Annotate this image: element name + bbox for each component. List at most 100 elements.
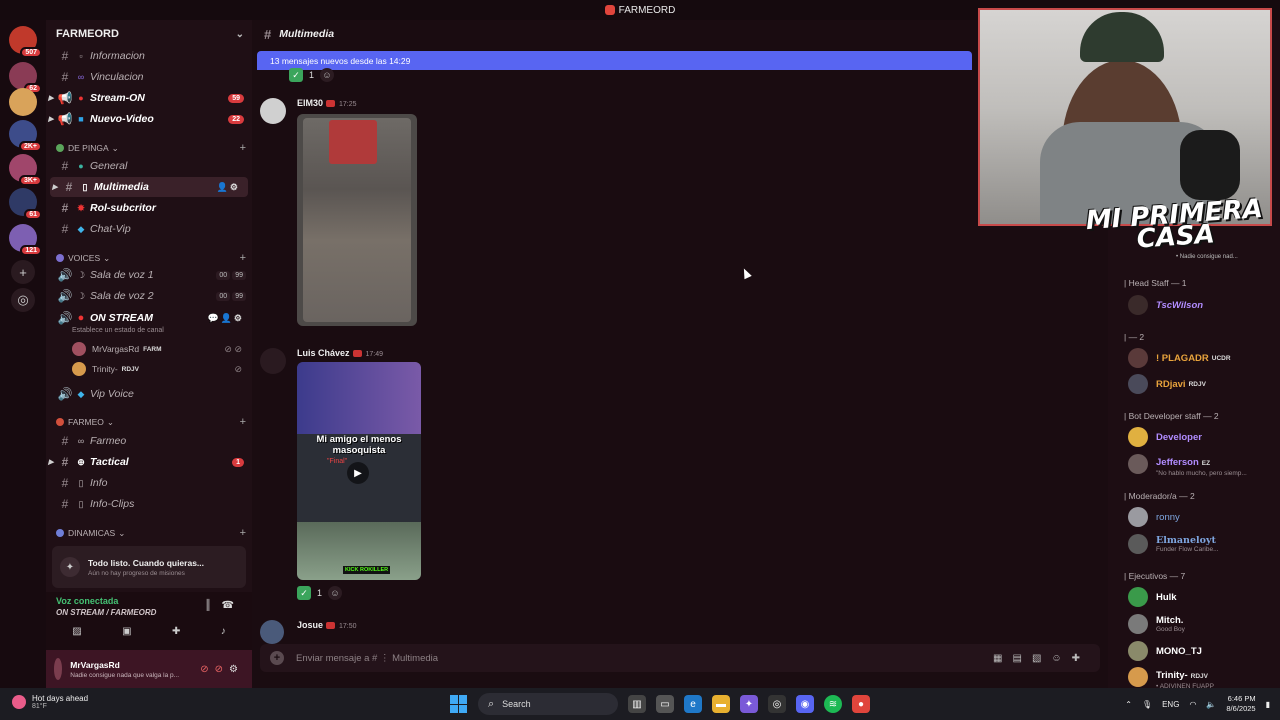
streaming-app-icon[interactable]: ●: [852, 695, 870, 713]
add-channel-icon[interactable]: +: [240, 416, 246, 428]
spotify-icon[interactable]: ≋: [824, 695, 842, 713]
screen-share-icon[interactable]: ▣: [122, 626, 131, 642]
copilot-icon[interactable]: ✦: [740, 695, 758, 713]
soundboard-icon[interactable]: ♪: [221, 626, 226, 642]
discord-icon[interactable]: ◉: [796, 695, 814, 713]
mic-muted-icon[interactable]: ⊘: [200, 664, 214, 675]
add-channel-icon[interactable]: +: [240, 252, 246, 264]
discover-icon[interactable]: ◎: [11, 288, 35, 312]
server-icon-2[interactable]: [9, 88, 37, 116]
weather-widget[interactable]: Hot days ahead 81°F: [12, 694, 88, 710]
author-name[interactable]: Josue: [297, 620, 323, 630]
channel-multimedia[interactable]: ▶ # ▯ Multimedia 👤⚙: [50, 177, 248, 197]
channel-tactical[interactable]: ▶ # ⊕ Tactical 1: [46, 452, 252, 472]
channel-stream-on[interactable]: ▶ 📢 ● Stream-ON 59: [46, 88, 252, 108]
category-dinamicas[interactable]: DINAMICAS ⌄ +: [56, 525, 246, 541]
channel-info[interactable]: # ▯ Info: [46, 473, 252, 493]
checkmark-reaction-icon[interactable]: ✓: [297, 586, 311, 600]
member-item[interactable]: ! PLAGADR UCDR: [1128, 346, 1278, 370]
mic-icon[interactable]: 🎙: [1142, 700, 1152, 709]
author-name[interactable]: Luis Chávez: [297, 348, 350, 358]
task-view-icon[interactable]: ▭: [656, 695, 674, 713]
avatar[interactable]: [260, 620, 284, 644]
disconnect-icon[interactable]: ☎: [222, 600, 244, 611]
add-reaction-icon[interactable]: ☺: [328, 586, 343, 600]
voice-channel-on-stream[interactable]: 🔊 ● ON STREAM 💬👤⚙: [46, 308, 252, 328]
volume-icon[interactable]: 🔈: [1206, 700, 1216, 709]
video-attachment[interactable]: Mi amigo el menos masoquista "Final" ▶ K…: [297, 362, 421, 580]
channel-informacion[interactable]: # ▫ Informacion: [46, 46, 252, 66]
notification-icon[interactable]: ▮: [1266, 700, 1270, 709]
voice-user[interactable]: Trinity- RDJV ⊘: [72, 360, 242, 378]
apps-icon[interactable]: ✚: [1072, 653, 1090, 664]
language-indicator[interactable]: ENG: [1162, 700, 1179, 709]
sticker-icon[interactable]: ▧: [1032, 653, 1051, 664]
category-voices[interactable]: VOICES ⌄ +: [56, 250, 246, 266]
noise-suppression-icon[interactable]: ║: [204, 600, 221, 611]
voice-user[interactable]: MrVargasRd FARM ⊘ ⊘: [72, 340, 242, 358]
emoji-icon[interactable]: ☺: [1051, 653, 1071, 664]
member-item[interactable]: Hulk: [1128, 585, 1278, 609]
server-icon-6[interactable]: 121: [9, 224, 42, 256]
quest-progress-card[interactable]: ✦ Todo listo. Cuando quieras... Aún no h…: [52, 546, 246, 588]
avatar[interactable]: [260, 348, 286, 374]
wifi-icon[interactable]: ◠: [1189, 700, 1196, 709]
message-input[interactable]: Enviar mensaje a # ⋮ Multimedia: [296, 653, 438, 664]
member-item[interactable]: MONO_TJ: [1128, 639, 1278, 663]
category-farmeo[interactable]: FARMEO ⌄ +: [56, 414, 246, 430]
server-icon-5[interactable]: 61: [9, 188, 42, 220]
channel-chat-vip[interactable]: # ◆ Chat-Vip: [46, 219, 252, 239]
channel-general[interactable]: # ● General: [46, 156, 252, 176]
member-item[interactable]: ronny: [1128, 505, 1278, 529]
author-name[interactable]: ElM30: [297, 98, 323, 108]
gift-icon[interactable]: ▦: [993, 653, 1012, 664]
voice-channel-tools[interactable]: 💬👤⚙: [208, 313, 244, 324]
camera-off-icon[interactable]: ▨: [72, 626, 81, 642]
gif-icon[interactable]: ▤: [1012, 653, 1031, 664]
channel-rol-subcritor[interactable]: # ✸ Rol-subcritor: [46, 198, 252, 218]
voice-channel-sala-2[interactable]: 🔊 ☽ Sala de voz 2 00 99: [46, 286, 252, 306]
channel-info-clips[interactable]: # ▯ Info-Clips: [46, 494, 252, 514]
checkmark-reaction-icon[interactable]: ✓: [289, 68, 303, 82]
play-icon[interactable]: ▶: [347, 462, 369, 484]
member-item[interactable]: Mitch. Good Boy: [1128, 612, 1278, 636]
voice-channel-vip[interactable]: 🔊 ◆ Vip Voice: [46, 384, 252, 404]
edge-icon[interactable]: e: [684, 695, 702, 713]
activities-icon[interactable]: ✚: [172, 626, 180, 642]
channel-settings-icons[interactable]: 👤⚙: [217, 182, 240, 193]
file-explorer-icon[interactable]: ▬: [712, 695, 730, 713]
member-item[interactable]: Developer: [1128, 425, 1278, 449]
voice-channel-link[interactable]: ON STREAM / FARMEORD: [56, 608, 156, 617]
server-icon-3[interactable]: 2K+: [9, 120, 42, 152]
channel-vinculacion[interactable]: # ∞ Vinculacion: [46, 67, 252, 87]
avatar[interactable]: [54, 658, 63, 680]
widgets-icon[interactable]: ▥: [628, 695, 646, 713]
server-header[interactable]: FARMEORD ⌄: [46, 20, 252, 48]
video-attachment[interactable]: [297, 114, 417, 326]
user-panel[interactable]: MrVargasRd Nadie consigue nada que valga…: [46, 650, 252, 688]
deafen-icon[interactable]: ⊘: [215, 664, 229, 675]
server-icon-1[interactable]: 62: [9, 62, 42, 94]
windows-start-icon[interactable]: [450, 695, 468, 713]
server-icon-direct[interactable]: 507: [9, 26, 42, 58]
chrome-icon[interactable]: ◎: [768, 695, 786, 713]
member-item[interactable]: TscWilson: [1128, 293, 1278, 317]
channel-farmeo[interactable]: # ∞ Farmeo: [46, 431, 252, 451]
add-server-icon[interactable]: +: [11, 260, 35, 284]
add-channel-icon[interactable]: +: [240, 527, 246, 539]
avatar[interactable]: [260, 98, 286, 124]
chevron-up-icon[interactable]: ⌃: [1125, 700, 1132, 709]
member-item[interactable]: Trinity- RDJV • ADIVINEN FUAPP: [1128, 665, 1278, 690]
new-messages-bar[interactable]: 13 mensajes nuevos desde las 14:29: [257, 51, 972, 70]
member-item[interactable]: Jefferson EZ "No hablo mucho, pero siemp.…: [1128, 452, 1278, 477]
taskbar-search[interactable]: ⌕ Search: [478, 693, 618, 715]
member-item[interactable]: Elmaneloyt Funder Flow Caribe...: [1128, 532, 1278, 556]
channel-status[interactable]: Establece un estado de canal: [72, 327, 164, 334]
message-composer[interactable]: + Enviar mensaje a # ⋮ Multimedia ▦▤▧☺✚: [260, 644, 1100, 672]
add-channel-icon[interactable]: +: [240, 142, 246, 154]
member-item[interactable]: RDjavi RDJV: [1128, 372, 1278, 396]
voice-channel-sala-1[interactable]: 🔊 ☽ Sala de voz 1 00 99: [46, 265, 252, 285]
channel-nuevo-video[interactable]: ▶ 📢 ■ Nuevo-Video 22: [46, 109, 252, 129]
clock[interactable]: 6:46 PM 8/6/2025: [1226, 694, 1255, 714]
add-attachment-icon[interactable]: +: [270, 651, 284, 665]
